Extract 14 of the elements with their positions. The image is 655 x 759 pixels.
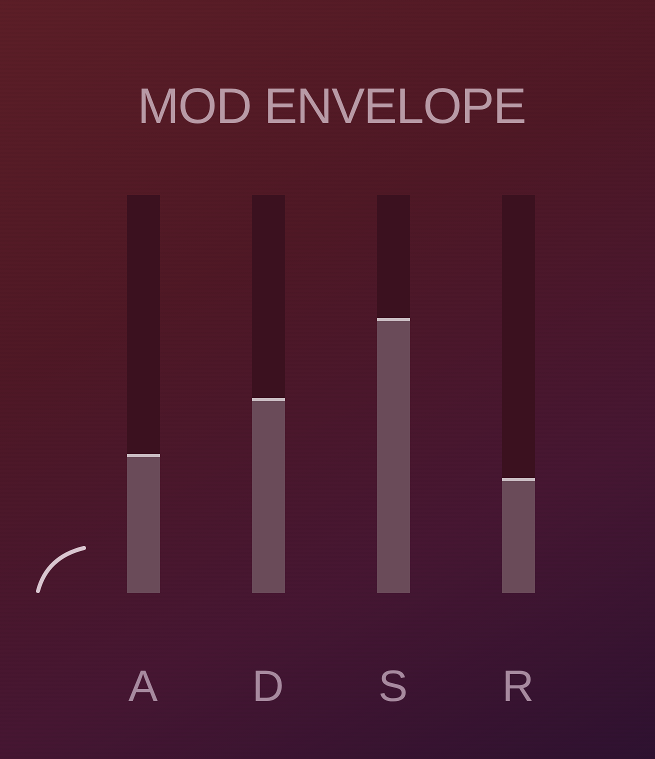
- slider-label: D: [252, 665, 284, 709]
- slider-label: R: [502, 665, 534, 709]
- slider-fill[interactable]: [252, 398, 284, 593]
- slider-track[interactable]: [376, 195, 410, 593]
- curve-icon[interactable]: [35, 545, 86, 593]
- slider-track[interactable]: [126, 195, 160, 593]
- slider-label: A: [128, 665, 158, 709]
- slider-fill[interactable]: [502, 478, 534, 593]
- slider-label: S: [378, 665, 408, 709]
- panel-title: MOD ENVELOPE: [136, 81, 527, 131]
- slider-fill[interactable]: [126, 454, 160, 593]
- slider-fill[interactable]: [376, 318, 410, 593]
- slider-track[interactable]: [252, 195, 284, 593]
- slider-track[interactable]: [502, 195, 534, 593]
